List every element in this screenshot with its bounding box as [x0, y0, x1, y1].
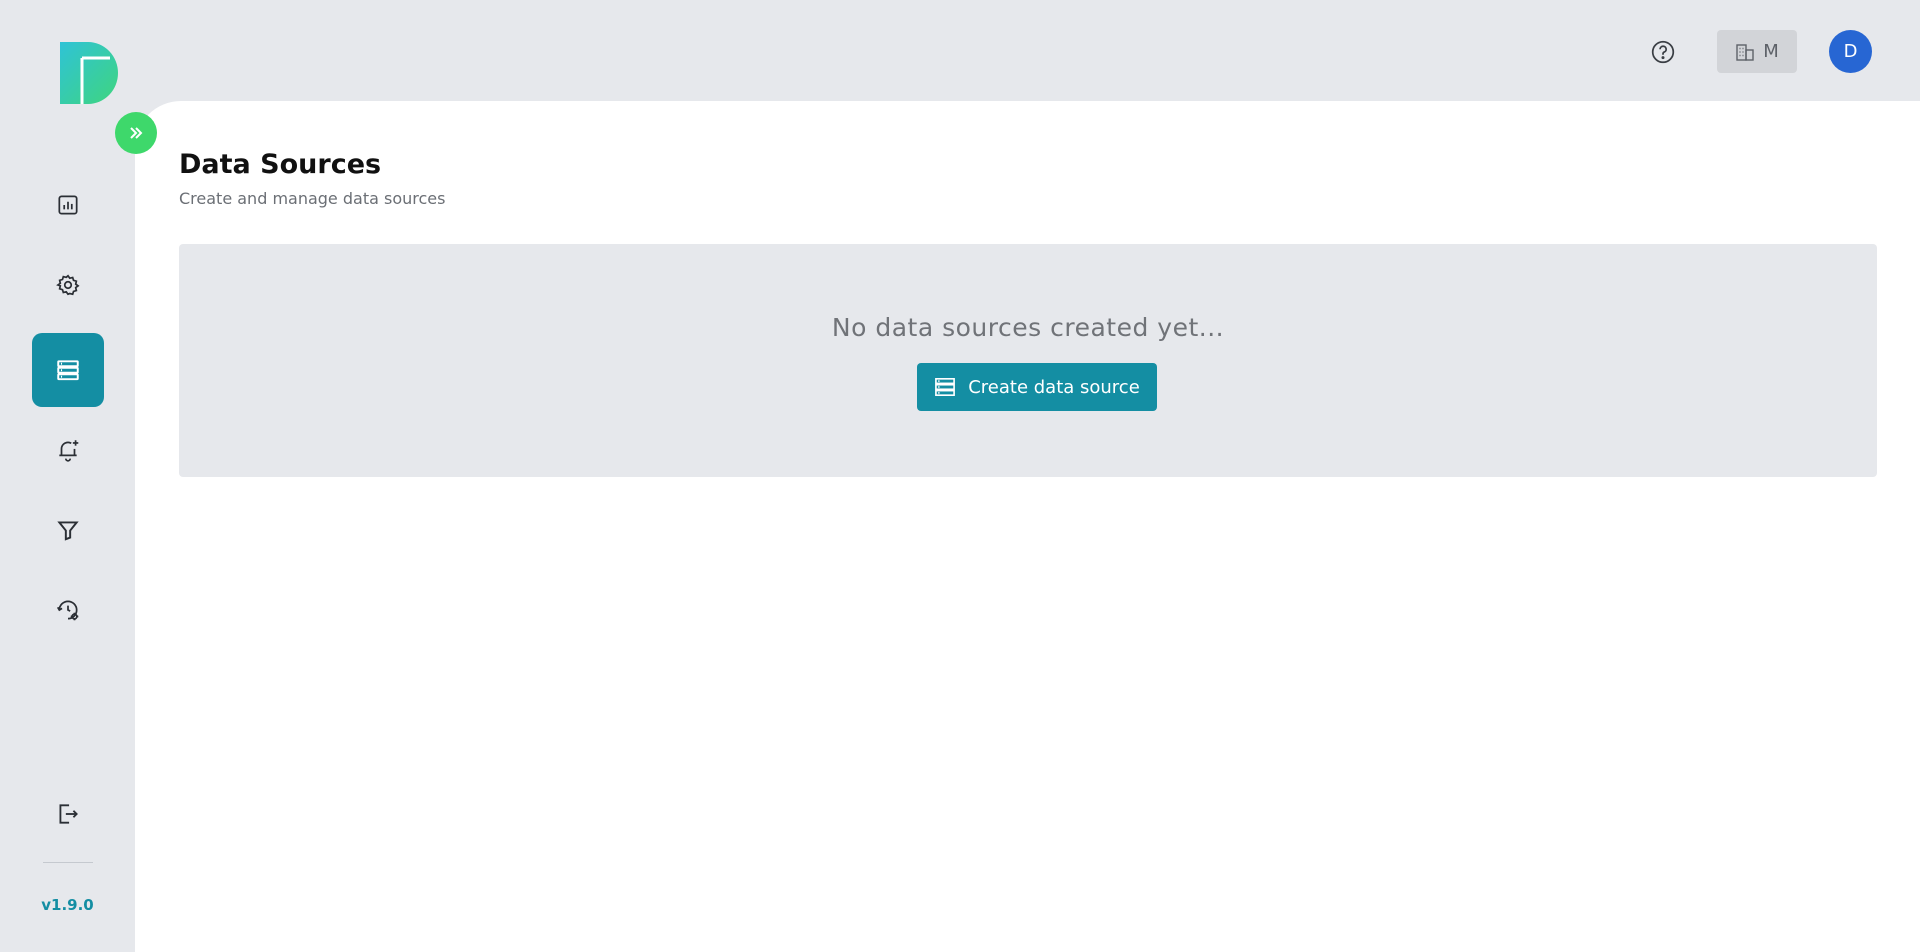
sidebar-item-data-sources[interactable] — [32, 333, 104, 407]
building-icon — [1736, 43, 1754, 61]
alert-bell-plus-icon — [59, 440, 79, 462]
app-root: v1.9.0 M D Data Sources Create and manag… — [0, 0, 1920, 952]
dashboard-chart-icon — [58, 195, 78, 215]
create-data-source-label: Create data source — [968, 376, 1140, 398]
settings-gear-icon — [56, 274, 80, 296]
empty-state-message: No data sources created yet... — [831, 313, 1225, 342]
filter-icon — [57, 521, 79, 541]
user-avatar[interactable]: D — [1829, 30, 1872, 73]
expand-sidebar-button[interactable] — [115, 112, 157, 154]
sidebar-divider — [43, 862, 93, 863]
sidebar-item-history[interactable] — [32, 573, 104, 647]
organization-label: M — [1763, 41, 1779, 62]
help-button[interactable] — [1647, 36, 1679, 68]
sidebar-item-settings[interactable] — [32, 248, 104, 322]
logout-icon — [59, 804, 78, 824]
logout-button[interactable] — [32, 777, 104, 851]
app-version: v1.9.0 — [41, 896, 94, 914]
history-settings-icon — [56, 600, 79, 621]
sidebar-item-filters[interactable] — [32, 493, 104, 567]
empty-state-panel: No data sources created yet... Create da… — [179, 244, 1877, 477]
page-title: Data Sources — [179, 149, 382, 180]
organization-switcher[interactable]: M — [1717, 30, 1797, 73]
sidebar-item-alerts[interactable] — [32, 413, 104, 487]
data-sources-icon — [57, 360, 79, 381]
sidebar: v1.9.0 — [0, 0, 135, 952]
page-subtitle: Create and manage data sources — [179, 189, 446, 208]
double-chevron-right-icon — [130, 127, 143, 139]
brand-logo-icon[interactable] — [60, 42, 118, 104]
main-content: Data Sources Create and manage data sour… — [135, 101, 1920, 952]
help-circle-icon — [1651, 40, 1675, 64]
data-sources-icon — [935, 378, 956, 396]
sidebar-item-dashboards[interactable] — [32, 168, 104, 242]
create-data-source-button[interactable]: Create data source — [917, 363, 1157, 411]
